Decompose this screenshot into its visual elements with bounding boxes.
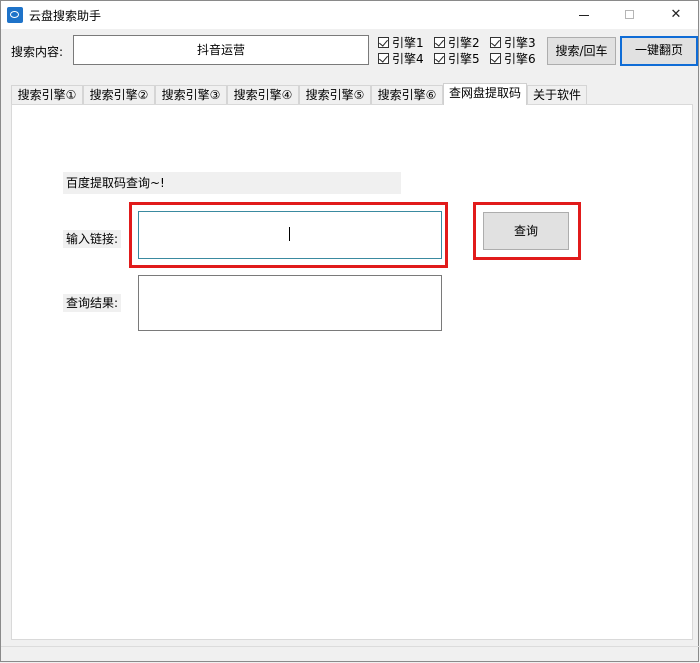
- tab-engine-2[interactable]: 搜索引擎②: [83, 85, 155, 104]
- search-label: 搜索内容:: [11, 45, 64, 59]
- tab-engine-6[interactable]: 搜索引擎⑥: [371, 85, 443, 104]
- tab-about[interactable]: 关于软件: [527, 85, 587, 104]
- result-label: 查询结果:: [63, 294, 122, 312]
- tab-engine-5[interactable]: 搜索引擎⑤: [299, 85, 371, 104]
- engine5-checkbox[interactable]: 引擎5: [434, 52, 480, 66]
- engine6-checkbox[interactable]: 引擎6: [490, 52, 536, 66]
- maximize-icon: [625, 10, 634, 19]
- engine1-label: 引擎1: [392, 36, 424, 50]
- checkbox-check-icon: [434, 37, 445, 48]
- checkbox-check-icon: [490, 37, 501, 48]
- minimize-icon: [579, 15, 589, 16]
- close-icon: ✕: [670, 7, 682, 22]
- app-cloud-icon: [7, 7, 23, 23]
- maximize-button[interactable]: [607, 1, 653, 29]
- extract-hint: 百度提取码查询~!: [63, 172, 401, 194]
- text-caret: [289, 227, 290, 241]
- checkbox-check-icon: [434, 53, 445, 64]
- search-button[interactable]: 搜索/回车: [547, 37, 616, 65]
- engine2-label: 引擎2: [448, 36, 480, 50]
- engine1-checkbox[interactable]: 引擎1: [378, 36, 424, 50]
- query-button[interactable]: 查询: [483, 212, 569, 250]
- link-input[interactable]: [138, 211, 442, 259]
- status-divider: [1, 646, 700, 647]
- checkbox-check-icon: [490, 53, 501, 64]
- tab-engine-3[interactable]: 搜索引擎③: [155, 85, 227, 104]
- engine3-checkbox[interactable]: 引擎3: [490, 36, 536, 50]
- title-bar: 云盘搜索助手 ✕: [1, 1, 698, 29]
- tab-engine-4[interactable]: 搜索引擎④: [227, 85, 299, 104]
- minimize-button[interactable]: [561, 1, 607, 29]
- result-output[interactable]: [138, 275, 442, 331]
- engine6-label: 引擎6: [504, 52, 536, 66]
- engine2-checkbox[interactable]: 引擎2: [434, 36, 480, 50]
- checkbox-check-icon: [378, 53, 389, 64]
- engine3-label: 引擎3: [504, 36, 536, 50]
- tab-engine-1[interactable]: 搜索引擎①: [11, 85, 83, 104]
- engine4-label: 引擎4: [392, 52, 424, 66]
- search-input[interactable]: 抖音运营: [73, 35, 369, 65]
- tab-extract-code[interactable]: 查网盘提取码: [443, 83, 527, 105]
- engine5-label: 引擎5: [448, 52, 480, 66]
- engine4-checkbox[interactable]: 引擎4: [378, 52, 424, 66]
- window-title: 云盘搜索助手: [29, 9, 102, 23]
- checkbox-check-icon: [378, 37, 389, 48]
- next-page-button[interactable]: 一键翻页: [620, 36, 698, 66]
- app-window: 云盘搜索助手 ✕ 搜索内容: 抖音运营 引擎1 引擎2 引擎3 引擎4 引擎5 …: [0, 0, 700, 662]
- link-label: 输入链接:: [63, 230, 122, 248]
- close-button[interactable]: ✕: [653, 1, 699, 29]
